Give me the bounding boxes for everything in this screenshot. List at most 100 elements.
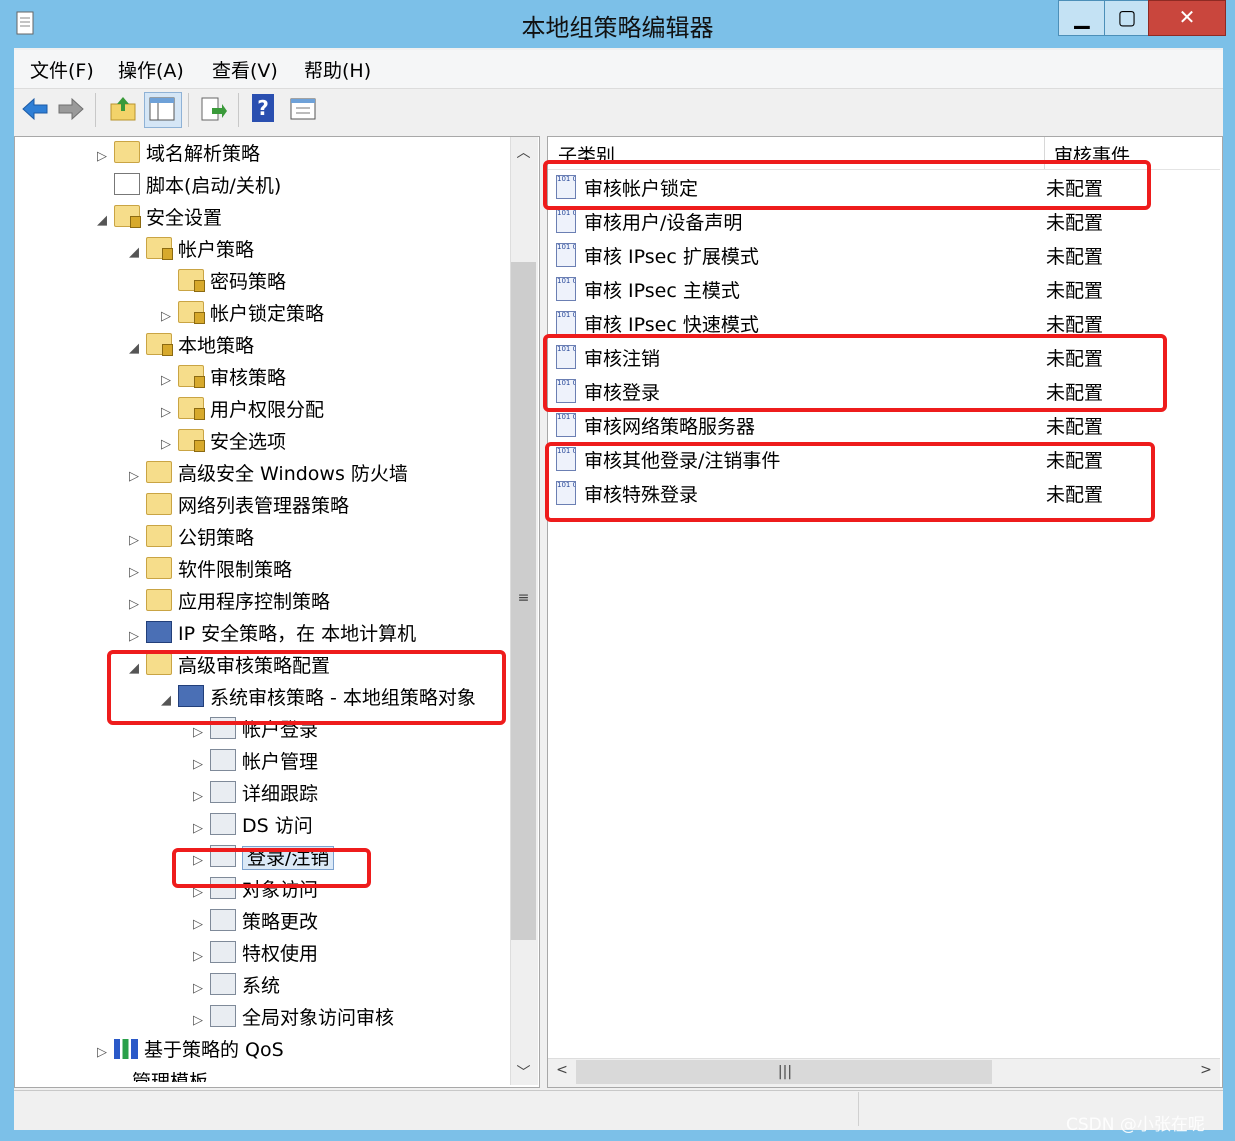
minimize-button[interactable]: ▁ — [1058, 0, 1106, 36]
tree-item[interactable]: ▷ 用户权限分配 — [14, 394, 508, 426]
tree-item-label: 用户权限分配 — [210, 399, 325, 421]
tree-item[interactable]: ▷ 审核策略 — [14, 362, 508, 394]
tree-item[interactable]: ▷ 特权使用 — [14, 938, 508, 970]
expand-arrow-icon[interactable]: ▷ — [190, 973, 206, 1005]
help-icon[interactable]: ? — [252, 94, 274, 122]
list-row[interactable]: 101 010 审核网络策略服务器 未配置 — [556, 410, 1216, 444]
audit-event-status: 未配置 — [1046, 246, 1104, 268]
export-list-icon[interactable] — [198, 94, 228, 124]
security-folder-icon — [146, 237, 173, 260]
script-icon — [114, 173, 140, 195]
expand-arrow-icon[interactable]: ▷ — [126, 557, 142, 589]
folder-icon — [146, 557, 172, 579]
tree-item-label: DS 访问 — [242, 815, 313, 837]
expand-arrow-icon[interactable]: ▷ — [126, 621, 142, 653]
tree-item[interactable]: ▷ 域名解析策略 — [14, 138, 508, 170]
tree-item[interactable]: ◢ 本地策略 — [14, 330, 508, 362]
expand-arrow-icon[interactable]: ▷ — [158, 301, 174, 333]
qos-chart-icon — [114, 1039, 138, 1059]
subcategory-name: 审核网络策略服务器 — [584, 416, 756, 438]
subcategory-name: 审核 IPsec 扩展模式 — [584, 246, 759, 268]
expand-arrow-icon[interactable]: ▷ — [126, 461, 142, 493]
security-folder-icon — [178, 301, 205, 324]
expand-arrow-icon[interactable]: ◢ — [126, 333, 142, 365]
tree-item-label: 帐户策略 — [178, 239, 255, 261]
close-button[interactable]: ✕ — [1148, 0, 1226, 36]
security-folder-icon — [178, 397, 205, 420]
tree-item-label: 全局对象访问审核 — [242, 1007, 395, 1029]
tree-item[interactable]: ▷ 高级安全 Windows 防火墙 — [14, 458, 508, 490]
highlight-box — [545, 442, 1155, 522]
tree-item[interactable]: ▷ 帐户管理 — [14, 746, 508, 778]
tree-item[interactable]: ▷ 基于策略的 QoS — [14, 1034, 508, 1066]
highlight-box — [172, 848, 371, 888]
tree-item[interactable]: ◢ 安全设置 — [14, 202, 508, 234]
tree-item[interactable]: ▷ 应用程序控制策略 — [14, 586, 508, 618]
expand-arrow-icon[interactable]: ▷ — [94, 1037, 110, 1069]
tree-item[interactable]: ▷ DS 访问 — [14, 810, 508, 842]
expand-arrow-icon[interactable]: ▷ — [190, 1005, 206, 1037]
up-folder-icon[interactable] — [108, 94, 138, 124]
expand-arrow-icon[interactable]: ▷ — [190, 813, 206, 845]
tree-item[interactable]: 密码策略 — [14, 266, 508, 298]
list-row[interactable]: 101 010 审核用户/设备声明 未配置 — [556, 206, 1216, 240]
maximize-button[interactable]: ▢ — [1104, 0, 1150, 36]
tree-item[interactable]: ◢ 帐户策略 — [14, 234, 508, 266]
highlight-box — [107, 650, 506, 725]
expand-arrow-icon[interactable]: ▷ — [190, 749, 206, 781]
tree-item[interactable]: 网络列表管理器策略 — [14, 490, 508, 522]
subcategory-name: 审核用户/设备声明 — [584, 212, 743, 234]
tree-item-label: 策略更改 — [242, 911, 319, 933]
tree-item[interactable]: ▷ 全局对象访问审核 — [14, 1002, 508, 1034]
expand-arrow-icon[interactable]: ▷ — [126, 525, 142, 557]
highlight-box — [543, 160, 1151, 210]
expand-arrow-icon[interactable]: ◢ — [126, 237, 142, 269]
tree-scroll-down-button[interactable]: ﹀ — [511, 1062, 536, 1082]
tree-item[interactable]: ▷ 帐户锁定策略 — [14, 298, 508, 330]
expand-arrow-icon[interactable]: ▷ — [190, 941, 206, 973]
tree-item[interactable]: ▷ 软件限制策略 — [14, 554, 508, 586]
tree-item-partial[interactable]: 管理模板 — [14, 1066, 508, 1082]
show-hide-tree-icon[interactable] — [147, 94, 177, 124]
audit-policy-icon — [210, 909, 236, 931]
tree-item-label: 应用程序控制策略 — [178, 591, 331, 613]
tree-scroll-up-button[interactable]: ︿ — [511, 142, 536, 162]
expand-arrow-icon[interactable]: ◢ — [94, 205, 110, 237]
menu-file[interactable]: 文件(F) — [30, 56, 94, 83]
menu-help[interactable]: 帮助(H) — [304, 56, 371, 83]
tree-item[interactable]: ▷ 策略更改 — [14, 906, 508, 938]
menu-action[interactable]: 操作(A) — [118, 56, 184, 83]
tree-item[interactable]: ▷ 详细跟踪 — [14, 778, 508, 810]
back-icon[interactable] — [20, 94, 50, 124]
audit-event-status: 未配置 — [1046, 212, 1104, 234]
tree-item-label: 高级安全 Windows 防火墙 — [178, 463, 408, 485]
tree-item[interactable]: ▷ IP 安全策略，在 本地计算机 — [14, 618, 508, 650]
security-folder-icon — [178, 429, 205, 452]
folder-icon — [146, 493, 172, 515]
menu-view[interactable]: 查看(V) — [212, 56, 278, 83]
expand-arrow-icon[interactable]: ▷ — [158, 365, 174, 397]
tree-item[interactable]: 脚本(启动/关机) — [14, 170, 508, 202]
list-scroll-right-button[interactable]: > — [1196, 1062, 1216, 1078]
tree-item-label: IP 安全策略，在 本地计算机 — [178, 623, 417, 645]
expand-arrow-icon[interactable]: ▷ — [190, 781, 206, 813]
list-row[interactable]: 101 010 审核 IPsec 扩展模式 未配置 — [556, 240, 1216, 274]
forward-icon[interactable] — [56, 94, 86, 124]
tree-item-label: 安全选项 — [210, 431, 287, 453]
list-row[interactable]: 101 010 审核 IPsec 主模式 未配置 — [556, 274, 1216, 308]
toolbar-separator — [95, 93, 96, 127]
tree-item[interactable]: ▷ 系统 — [14, 970, 508, 1002]
highlight-box — [543, 334, 1167, 412]
status-divider — [858, 1092, 859, 1126]
expand-arrow-icon[interactable]: ▷ — [190, 909, 206, 941]
properties-icon[interactable] — [288, 94, 318, 124]
tree-item-label: 公钥策略 — [178, 527, 255, 549]
list-scroll-left-button[interactable]: < — [552, 1062, 572, 1078]
expand-arrow-icon[interactable]: ▷ — [158, 397, 174, 429]
tree-item[interactable]: ▷ 公钥策略 — [14, 522, 508, 554]
expand-arrow-icon[interactable]: ▷ — [126, 589, 142, 621]
expand-arrow-icon[interactable]: ▷ — [94, 141, 110, 173]
tree-item[interactable]: ▷ 安全选项 — [14, 426, 508, 458]
audit-event-status: 未配置 — [1046, 280, 1104, 302]
expand-arrow-icon[interactable]: ▷ — [158, 429, 174, 461]
